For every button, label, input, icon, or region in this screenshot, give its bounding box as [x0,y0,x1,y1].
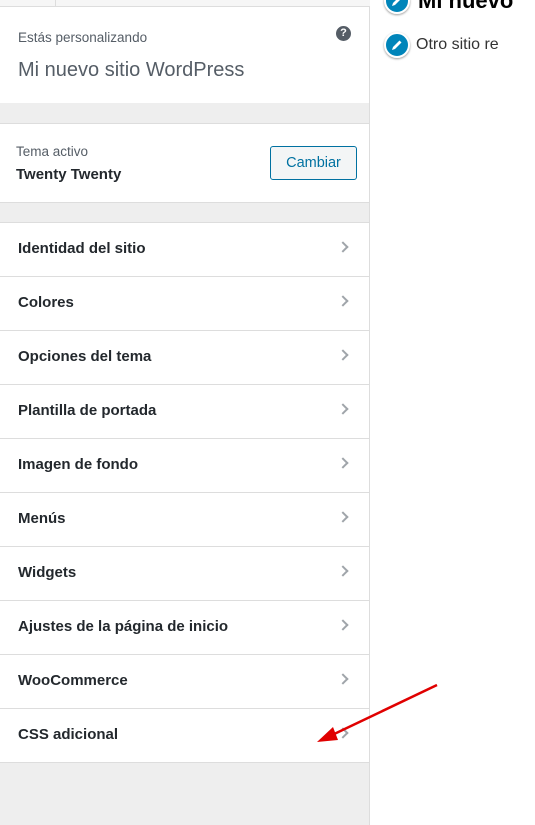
annotation-arrow [317,683,438,742]
